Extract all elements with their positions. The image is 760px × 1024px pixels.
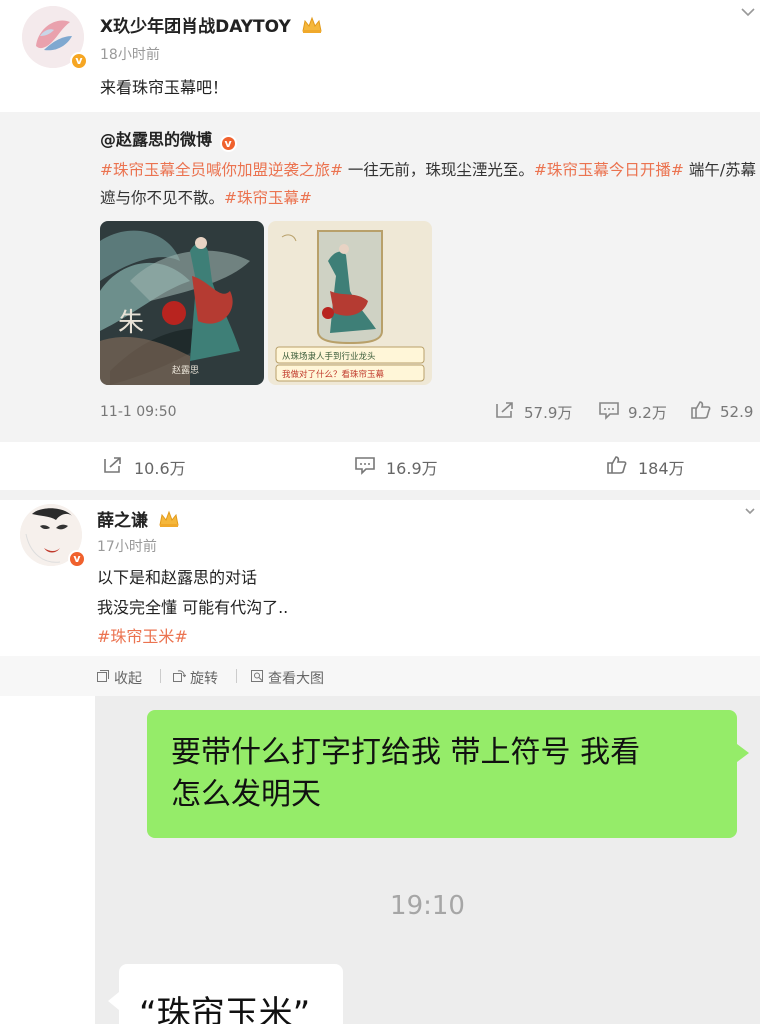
share-count: 10.6万	[134, 459, 186, 478]
verified-icon: v	[70, 52, 88, 70]
repost-text-part: 一往无前，珠现尘湮光至。	[342, 161, 534, 179]
my-message-text: 要带什么打字打给我 带上符号 我看 怎么发明天	[171, 732, 640, 816]
chevron-down-icon[interactable]	[740, 2, 756, 21]
repost-comment-count: 9.2万	[628, 403, 667, 422]
crown-icon	[301, 16, 323, 39]
comment-icon	[354, 455, 376, 479]
hashtag[interactable]: #珠帘玉米#	[97, 624, 188, 650]
rotate-button[interactable]: 旋转	[172, 668, 218, 688]
author-name[interactable]: X玖少年团肖战DAYTOY	[100, 12, 323, 39]
collapse-label: 收起	[114, 671, 142, 687]
collapse-button[interactable]: 收起	[96, 668, 142, 688]
author-name-text: X玖少年团肖战DAYTOY	[100, 17, 291, 37]
poster-image-2[interactable]: 从珠场隶人手到行业龙头 我做对了什么？看珠帘玉幕	[268, 221, 432, 385]
share-button[interactable]: 10.6万	[102, 455, 186, 479]
view-large-button[interactable]: 查看大图	[250, 668, 324, 688]
comment-button[interactable]: 16.9万	[354, 455, 438, 479]
repost-author[interactable]: @赵露思的微博 v	[100, 126, 237, 152]
verified-icon: v	[219, 135, 237, 152]
repost-comment-button[interactable]: 9.2万	[598, 400, 667, 424]
separator	[160, 669, 161, 683]
hashtag[interactable]: #珠帘玉幕#	[224, 189, 312, 207]
chat-timestamp: 19:10	[390, 891, 465, 921]
collapse-icon	[96, 669, 110, 687]
poster-image-1[interactable]: 朱 赵露思	[100, 221, 264, 385]
crown-icon	[158, 510, 180, 533]
share-icon	[102, 455, 124, 479]
rotate-icon	[172, 669, 187, 687]
repost-date: 11-1 09:50	[100, 404, 177, 420]
chevron-down-icon[interactable]	[744, 500, 756, 519]
poster-caption-2: 我做对了什么？看珠帘玉幕	[282, 369, 385, 380]
bubble-tail	[108, 992, 119, 1010]
like-icon	[606, 455, 628, 479]
separator	[236, 669, 237, 683]
chat-screenshot[interactable]: 要带什么打字打给我 带上符号 我看 怎么发明天 19:10 “珠帘玉米”	[95, 696, 760, 1024]
post-xiaozhan: v X玖少年团肖战DAYTOY 18小时前 来看珠帘玉幕吧！ @赵露思的微博 v…	[0, 0, 760, 490]
view-large-label: 查看大图	[268, 671, 324, 687]
poster-caption-1: 从珠场隶人手到行业龙头	[282, 351, 376, 362]
my-message-line: 怎么发明天	[171, 777, 321, 812]
post-text-line-2: 我没完全懂 可能有代沟了..	[97, 598, 289, 617]
post-text: 来看珠帘玉幕吧！	[100, 78, 229, 97]
image-action-bar: 收起 旋转 查看大图	[0, 656, 760, 696]
post-time: 17小时前	[97, 539, 157, 555]
reply-message-text: “珠帘玉米”	[139, 994, 311, 1024]
bubble-tail	[737, 744, 749, 762]
repost-author-text: @赵露思的微博	[100, 130, 213, 149]
author-name[interactable]: 薛之谦	[97, 506, 180, 533]
author-name-text: 薛之谦	[97, 511, 148, 531]
repost-like-button[interactable]: 52.9	[690, 400, 753, 424]
comment-icon	[598, 400, 620, 424]
like-icon	[690, 400, 712, 424]
comment-count: 16.9万	[386, 459, 438, 478]
poster-calligraphy: 朱	[118, 308, 144, 338]
poster-actor-name: 赵露思	[172, 364, 199, 376]
repost-text: #珠帘玉幕全员喊你加盟逆袭之旅# 一往无前，珠现尘湮光至。#珠帘玉幕今日开播# …	[100, 156, 760, 212]
repost-card[interactable]: @赵露思的微博 v #珠帘玉幕全员喊你加盟逆袭之旅# 一往无前，珠现尘湮光至。#…	[0, 112, 760, 442]
rotate-label: 旋转	[190, 671, 218, 687]
view-large-icon	[250, 669, 264, 687]
like-button[interactable]: 184万	[606, 455, 685, 479]
hashtag[interactable]: #珠帘玉幕今日开播#	[534, 161, 684, 179]
post-divider	[0, 490, 760, 500]
share-icon	[494, 400, 516, 424]
my-message-bubble: 要带什么打字打给我 带上符号 我看 怎么发明天	[147, 710, 749, 838]
verified-icon: v	[68, 550, 86, 568]
post-text-line-1: 以下是和赵露思的对话	[97, 568, 258, 587]
post-xuezhiqian: v 薛之谦 17小时前 以下是和赵露思的对话 我没完全懂 可能有代沟了.. #珠…	[0, 500, 760, 656]
repost-share-count: 57.9万	[524, 403, 573, 422]
post-time: 18小时前	[100, 47, 160, 63]
repost-like-count: 52.9	[720, 403, 754, 421]
reply-message-bubble: “珠帘玉米”	[108, 964, 343, 1024]
hashtag[interactable]: #珠帘玉幕全员喊你加盟逆袭之旅#	[100, 161, 343, 179]
repost-share-button[interactable]: 57.9万	[494, 400, 572, 424]
my-message-line: 要带什么打字打给我 带上符号 我看	[171, 735, 641, 770]
like-count: 184万	[638, 459, 685, 478]
